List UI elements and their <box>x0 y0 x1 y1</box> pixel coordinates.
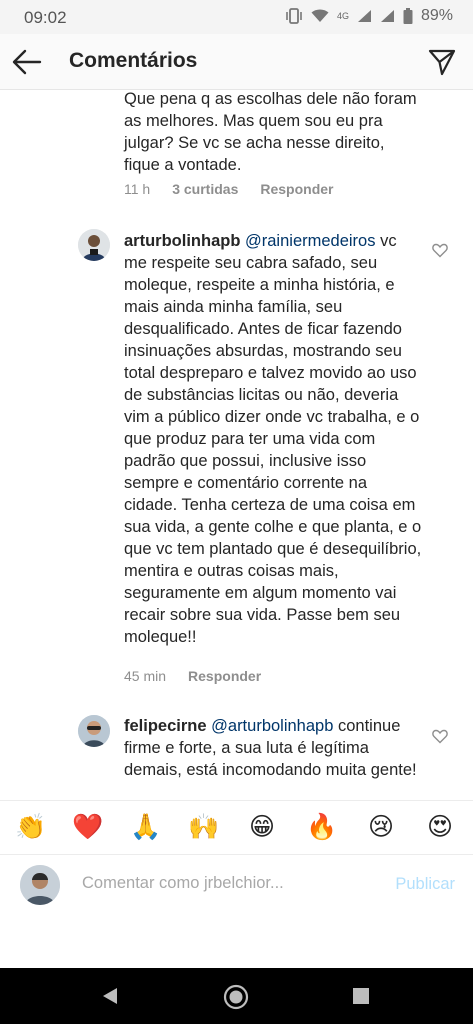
clapping-hands-emoji[interactable]: 👏 <box>13 811 49 843</box>
comment-username[interactable]: arturbolinhapb <box>124 232 240 250</box>
paper-plane-icon[interactable] <box>427 47 457 77</box>
nav-recent-icon[interactable] <box>352 987 370 1010</box>
heart-icon[interactable] <box>432 242 448 258</box>
grinning-face-emoji[interactable]: 😁 <box>244 811 280 843</box>
avatar <box>20 865 60 905</box>
wifi-icon <box>311 9 329 23</box>
emoji-bar: 👏 ❤️ 🙏 🙌 😁 🔥 😢 😍 <box>0 800 473 855</box>
avatar[interactable] <box>78 229 110 261</box>
network-type: 4G <box>336 11 349 21</box>
system-nav-bar <box>0 968 473 1024</box>
previous-comment-text: Que pena q as escolhas dele não foram as… <box>124 90 417 174</box>
status-icons: 4G 89% <box>285 7 453 25</box>
praying-hands-emoji[interactable]: 🙏 <box>128 811 164 843</box>
signal-icon <box>357 9 372 23</box>
comment-mention[interactable]: @rainiermedeiros <box>245 232 375 250</box>
status-bar: 09:02 4G 89% <box>0 0 473 34</box>
red-heart-emoji[interactable]: ❤️ <box>70 811 106 843</box>
signal-icon-2 <box>380 9 395 23</box>
app-header: Comentários <box>0 34 473 90</box>
raising-hands-emoji[interactable]: 🙌 <box>186 811 222 843</box>
vibrate-icon <box>285 8 303 24</box>
comment-input[interactable] <box>82 874 372 893</box>
nav-back-icon[interactable] <box>100 986 120 1011</box>
heart-icon[interactable] <box>432 728 448 744</box>
comment-body: arturbolinhapb @rainiermedeiros vc me re… <box>124 230 424 648</box>
page-title: Comentários <box>69 49 198 72</box>
reply-button[interactable]: Responder <box>260 181 333 197</box>
comment-time: 11 h <box>124 181 151 197</box>
comment-text: vc me respeite seu cabra safado, seu mol… <box>124 232 422 646</box>
likes-count[interactable]: 3 curtidas <box>172 181 238 197</box>
comment-time: 45 min <box>124 668 167 684</box>
comment-meta: 45 min Responder <box>124 668 283 684</box>
previous-comment-meta: 11 h 3 curtidas Responder <box>124 181 355 197</box>
comment-mention[interactable]: @arturbolinhapb <box>211 717 333 735</box>
battery-icon <box>403 8 413 24</box>
fire-emoji[interactable]: 🔥 <box>304 811 340 843</box>
nav-home-icon[interactable] <box>223 984 249 1015</box>
comment-username[interactable]: felipecirne <box>124 717 207 735</box>
battery-level: 89% <box>420 7 453 24</box>
comment-body: felipecirne @arturbolinhapb continue fir… <box>124 715 424 781</box>
comment-input-bar: Publicar <box>0 856 473 968</box>
publish-button[interactable]: Publicar <box>395 875 455 894</box>
reply-button[interactable]: Responder <box>188 668 261 684</box>
arrow-left-icon[interactable] <box>12 48 42 76</box>
crying-face-emoji[interactable]: 😢 <box>363 811 399 843</box>
status-time: 09:02 <box>24 8 67 27</box>
heart-eyes-emoji[interactable]: 😍 <box>422 811 458 843</box>
avatar[interactable] <box>78 715 110 747</box>
